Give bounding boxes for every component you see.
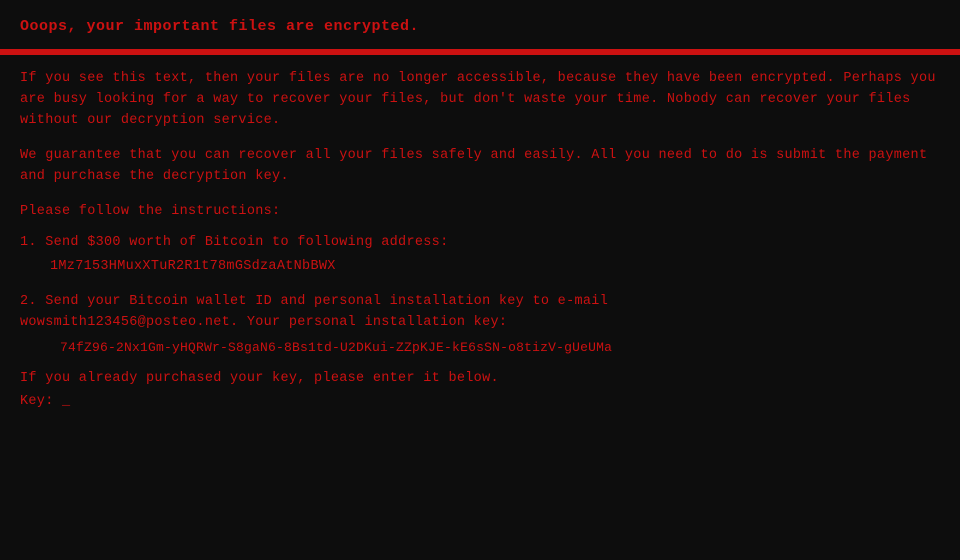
step2-label: 2. Send your Bitcoin wallet ID and perso… xyxy=(20,292,940,313)
installation-key: 74fZ96-2Nx1Gm-yHQRWr-S8gaN6-8Bs1td-U2DKu… xyxy=(60,340,940,355)
main-content: If you see this text, then your files ar… xyxy=(0,55,960,423)
key-label: Key: _ xyxy=(20,394,70,409)
key-input-line[interactable]: Key: _ xyxy=(20,394,940,409)
step2-email: wowsmith123456@posteo.net. Your personal… xyxy=(20,313,940,334)
paragraph-2: We guarantee that you can recover all yo… xyxy=(20,146,940,188)
paragraph-1: If you see this text, then your files ar… xyxy=(20,69,940,132)
step1-label: 1. Send $300 worth of Bitcoin to followi… xyxy=(20,233,940,254)
key-prompt: If you already purchased your key, pleas… xyxy=(20,369,940,390)
bitcoin-address: 1Mz7153HMuxXTuR2R1t78mGSdzaAtNbBWX xyxy=(50,259,940,274)
ransomware-screen: Ooops, your important files are encrypte… xyxy=(0,0,960,560)
instructions-header: Please follow the instructions: xyxy=(20,202,940,223)
top-section: Ooops, your important files are encrypte… xyxy=(0,0,960,49)
title: Ooops, your important files are encrypte… xyxy=(20,18,940,35)
